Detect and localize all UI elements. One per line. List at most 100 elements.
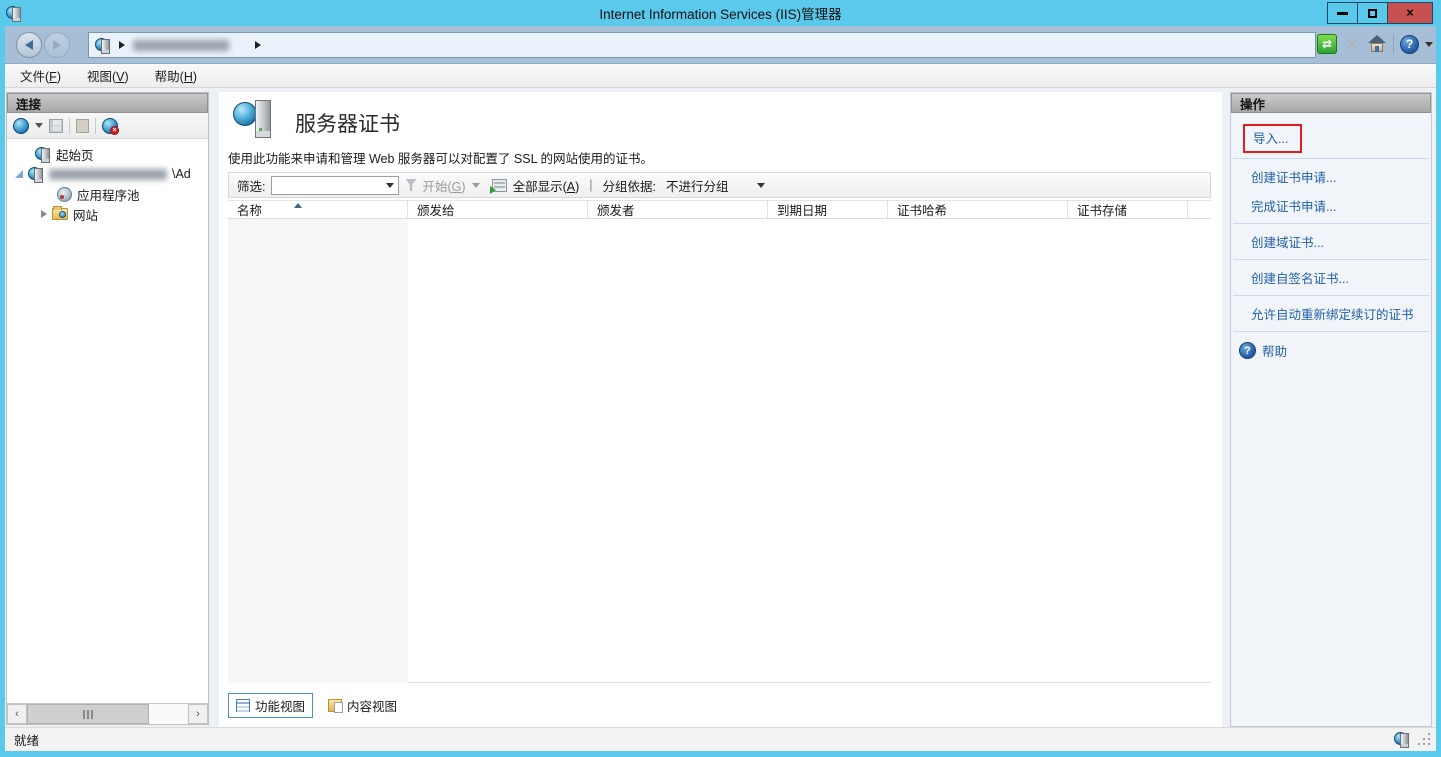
divider: | (585, 178, 596, 192)
sort-ascending-icon (294, 203, 302, 208)
breadcrumb[interactable] (88, 32, 1316, 58)
actions-divider (1233, 223, 1429, 224)
chevron-down-icon (386, 183, 394, 188)
rename-connection-icon[interactable] (76, 119, 89, 133)
page-title: 服务器证书 (295, 100, 400, 138)
toolbar-divider (69, 118, 70, 134)
window-border-bottom (0, 751, 1441, 757)
column-header-expiration-date[interactable]: 到期日期 (768, 201, 888, 218)
menu-view[interactable]: 视图(V) (87, 66, 129, 85)
tree-item-start-page[interactable]: 起始页 (35, 145, 94, 163)
menu-file[interactable]: 文件(F) (20, 66, 61, 85)
tab-content-view[interactable]: 内容视图 (321, 694, 404, 717)
window-title: Internet Information Services (IIS)管理器 (0, 3, 1441, 23)
action-import[interactable]: 导入... (1253, 132, 1288, 146)
minimize-icon (1337, 12, 1348, 15)
close-button[interactable]: × (1388, 3, 1432, 23)
group-by-label: 分组依据: (603, 176, 656, 195)
expander-open-icon[interactable] (15, 170, 23, 178)
scroll-right-button[interactable]: › (188, 704, 208, 724)
window-controls: × (1327, 2, 1433, 24)
sites-folder-icon (52, 208, 68, 220)
server-certificates-icon (233, 100, 279, 140)
actions-divider (1233, 331, 1429, 332)
help-dropdown-icon[interactable] (1425, 42, 1433, 47)
forward-button[interactable] (44, 32, 70, 58)
tree-horizontal-scrollbar[interactable]: ‹ › (7, 703, 208, 724)
go-filter-icon (405, 179, 416, 191)
toolbar-divider (95, 118, 96, 134)
column-header-issued-to[interactable]: 颁发给 (408, 201, 588, 218)
go-dropdown-icon[interactable] (472, 183, 480, 188)
navigation-bar: ⇄ × ? (0, 26, 1441, 64)
filter-input[interactable] (271, 176, 399, 195)
stop-button[interactable]: × (1343, 35, 1361, 53)
start-page-icon (35, 146, 51, 162)
breadcrumb-separator-icon (119, 41, 125, 49)
create-connection-dropdown-icon[interactable] (35, 123, 43, 128)
tab-features-view[interactable]: 功能视图 (228, 693, 313, 718)
column-header-certificate-store[interactable]: 证书存储 (1068, 201, 1188, 218)
server-name-redacted (133, 40, 229, 51)
go-button[interactable]: 开始(G) (422, 176, 465, 195)
show-all-button[interactable]: 全部显示(A) (513, 176, 580, 195)
status-bar: 就绪 (0, 727, 1441, 751)
content-view-icon (328, 699, 342, 712)
scrollbar-track[interactable] (149, 704, 188, 724)
view-tabs: 功能视图 内容视图 (228, 693, 404, 718)
resize-grip[interactable] (1418, 733, 1431, 746)
tree-item-sites[interactable]: 网站 (41, 205, 98, 223)
back-button[interactable] (16, 32, 42, 58)
maximize-button[interactable] (1358, 3, 1388, 23)
iis-manager-window: Internet Information Services (IIS)管理器 ×… (0, 0, 1441, 757)
sorted-column-highlight (228, 219, 408, 683)
features-view-icon (236, 699, 250, 712)
menu-help[interactable]: 帮助(H) (155, 66, 197, 85)
actions-header: 操作 (1231, 93, 1431, 113)
column-header-name[interactable]: 名称 (228, 201, 408, 218)
connections-toolbar: × (7, 113, 208, 139)
scroll-left-button[interactable]: ‹ (7, 704, 27, 724)
save-connections-icon[interactable] (49, 119, 63, 133)
group-by-dropdown[interactable]: 不进行分组 (662, 176, 769, 195)
help-button[interactable]: ? (1400, 35, 1419, 54)
iis-status-icon (1394, 731, 1410, 747)
status-text: 就绪 (14, 730, 39, 749)
column-header-filler (1188, 201, 1211, 218)
column-header-issued-by[interactable]: 颁发者 (588, 201, 768, 218)
actions-panel: 操作 导入... 创建证书申请... 完成证书申请... 创建域证书... 创建… (1230, 92, 1432, 727)
action-complete-certificate-request[interactable]: 完成证书申请... (1251, 200, 1336, 214)
connections-tree: 起始页 \Ad 应用程序池 网站 (7, 139, 208, 703)
certificates-list[interactable] (228, 219, 1211, 683)
home-button[interactable] (1367, 35, 1387, 53)
expander-closed-icon[interactable] (41, 210, 47, 218)
server-icon (95, 37, 111, 53)
feature-view-panel: 服务器证书 使用此功能来申请和管理 Web 服务器可以对配置了 SSL 的网站使… (219, 92, 1222, 727)
remove-connection-icon[interactable]: × (102, 118, 118, 134)
toolbar-divider (1393, 34, 1394, 54)
forward-arrow-icon (53, 40, 61, 50)
action-help[interactable]: ? 帮助 (1231, 335, 1431, 365)
action-create-domain-certificate[interactable]: 创建域证书... (1251, 236, 1324, 250)
connections-panel: 连接 × 起始页 \Ad 应用程序池 (6, 92, 209, 725)
back-arrow-icon (25, 40, 33, 50)
window-border-left (0, 26, 5, 757)
action-create-self-signed-certificate[interactable]: 创建自签名证书... (1251, 272, 1349, 286)
actions-divider (1233, 158, 1429, 159)
minimize-button[interactable] (1328, 3, 1358, 23)
annotation-highlight-box: 导入... (1243, 124, 1302, 153)
server-name-redacted (49, 169, 167, 180)
feature-description: 使用此功能来申请和管理 Web 服务器可以对配置了 SSL 的网站使用的证书。 (228, 148, 653, 167)
filter-toolbar: 筛选: 开始(G) 全部显示(A) | 分组依据: 不进行分组 (228, 172, 1211, 198)
tree-item-application-pools[interactable]: 应用程序池 (57, 185, 140, 203)
actions-divider (1233, 295, 1429, 296)
create-connection-icon[interactable] (13, 118, 29, 134)
refresh-button[interactable]: ⇄ (1317, 34, 1337, 54)
scrollbar-thumb[interactable] (27, 704, 149, 724)
action-create-certificate-request[interactable]: 创建证书申请... (1251, 171, 1336, 185)
column-header-certificate-hash[interactable]: 证书哈希 (888, 201, 1068, 218)
action-enable-auto-rebind[interactable]: 允许自动重新绑定续订的证书 (1251, 308, 1414, 322)
tree-item-server[interactable]: \Ad (15, 165, 191, 183)
actions-divider (1233, 259, 1429, 260)
help-icon: ? (1239, 342, 1256, 359)
